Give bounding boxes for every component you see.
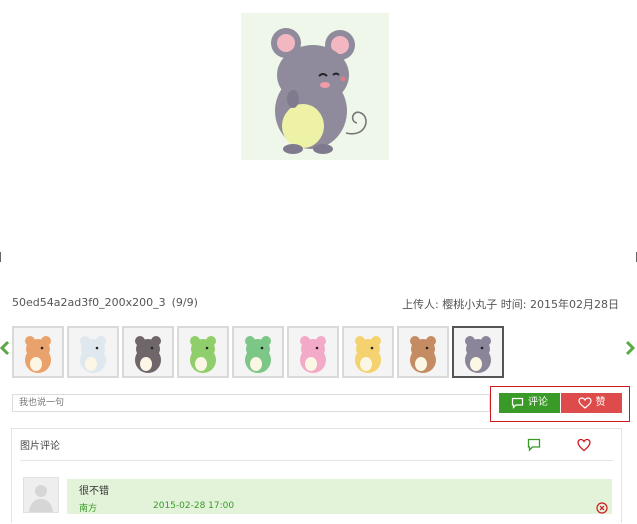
like-button[interactable]: 赞 bbox=[561, 393, 622, 413]
fox-thumbnail-image bbox=[14, 328, 62, 376]
comment-text: 很不错 bbox=[79, 486, 109, 497]
speech-bubble-icon bbox=[511, 397, 524, 409]
comment-item: 很不错 南方 2015-02-28 17:00 bbox=[21, 477, 612, 524]
thumbnail-strip bbox=[12, 326, 612, 380]
snake-thumbnail-image bbox=[179, 328, 227, 376]
thumbnail-tiger[interactable] bbox=[342, 326, 394, 378]
uploader-label: 上传人: bbox=[402, 298, 439, 311]
dragon-thumbnail-image bbox=[234, 328, 282, 376]
thumbnail-rabbit[interactable] bbox=[287, 326, 339, 378]
mouse-thumbnail-image bbox=[454, 328, 502, 376]
header-divider bbox=[20, 460, 613, 461]
photo-position: (9/9) bbox=[171, 296, 198, 309]
upload-date: 2015年02月28日 bbox=[530, 298, 619, 311]
main-photo[interactable] bbox=[241, 13, 389, 160]
comment-button-label: 评论 bbox=[528, 397, 548, 408]
photo-viewer bbox=[0, 0, 637, 262]
thumbnail-boar[interactable] bbox=[397, 326, 449, 378]
time-label: 时间: bbox=[500, 298, 527, 311]
comment-body: 很不错 南方 2015-02-28 17:00 bbox=[67, 479, 612, 514]
prev-arrow[interactable] bbox=[0, 340, 10, 356]
chevron-left-icon bbox=[0, 340, 10, 356]
next-arrow[interactable] bbox=[625, 340, 636, 356]
circle-x-icon bbox=[596, 502, 608, 514]
viewer-edge-left bbox=[0, 252, 1, 262]
thumbnail-dragon[interactable] bbox=[232, 326, 284, 378]
thumbnail-fox[interactable] bbox=[12, 326, 64, 378]
rabbit-thumbnail-image bbox=[289, 328, 337, 376]
delete-comment-button[interactable] bbox=[596, 499, 608, 514]
like-count-button[interactable] bbox=[577, 437, 591, 452]
comments-title: 图片评论 bbox=[20, 441, 60, 452]
heart-icon bbox=[577, 397, 592, 409]
comment-time: 2015-02-28 17:00 bbox=[153, 501, 235, 511]
photo-info: 50ed54a2ad3f0_200x200_3 (9/9) 上传人: 樱桃小丸子 … bbox=[12, 296, 624, 312]
comments-header: 图片评论 bbox=[12, 429, 621, 460]
photo-filename: 50ed54a2ad3f0_200x200_3 bbox=[12, 296, 166, 309]
heart-icon bbox=[577, 438, 591, 452]
action-buttons: 评论 赞 bbox=[490, 386, 630, 422]
mouse-illustration bbox=[271, 28, 367, 154]
thumbnail-horse[interactable] bbox=[122, 326, 174, 378]
comment-count-button[interactable] bbox=[527, 437, 541, 452]
uploader-name[interactable]: 樱桃小丸子 bbox=[442, 298, 497, 311]
comment-input[interactable] bbox=[12, 394, 490, 412]
tiger-thumbnail-image bbox=[344, 328, 392, 376]
chevron-right-icon bbox=[625, 340, 636, 356]
thumbnail-mouse[interactable] bbox=[452, 326, 504, 378]
comment-button[interactable]: 评论 bbox=[499, 393, 560, 413]
speech-bubble-icon bbox=[527, 438, 541, 452]
boar-thumbnail-image bbox=[399, 328, 447, 376]
thumbnail-hamster[interactable] bbox=[67, 326, 119, 378]
hamster-thumbnail-image bbox=[69, 328, 117, 376]
horse-thumbnail-image bbox=[124, 328, 172, 376]
photo-title: 50ed54a2ad3f0_200x200_3 (9/9) bbox=[12, 296, 198, 309]
default-avatar-icon bbox=[24, 478, 58, 512]
like-button-label: 赞 bbox=[595, 397, 606, 408]
photo-meta: 上传人: 樱桃小丸子 时间: 2015年02月28日 bbox=[402, 296, 619, 312]
avatar[interactable] bbox=[23, 477, 59, 513]
comments-panel: 图片评论 很不错 南方 2015-02-28 17:00 bbox=[11, 428, 622, 523]
comment-user[interactable]: 南方 bbox=[79, 501, 97, 514]
thumbnail-snake[interactable] bbox=[177, 326, 229, 378]
